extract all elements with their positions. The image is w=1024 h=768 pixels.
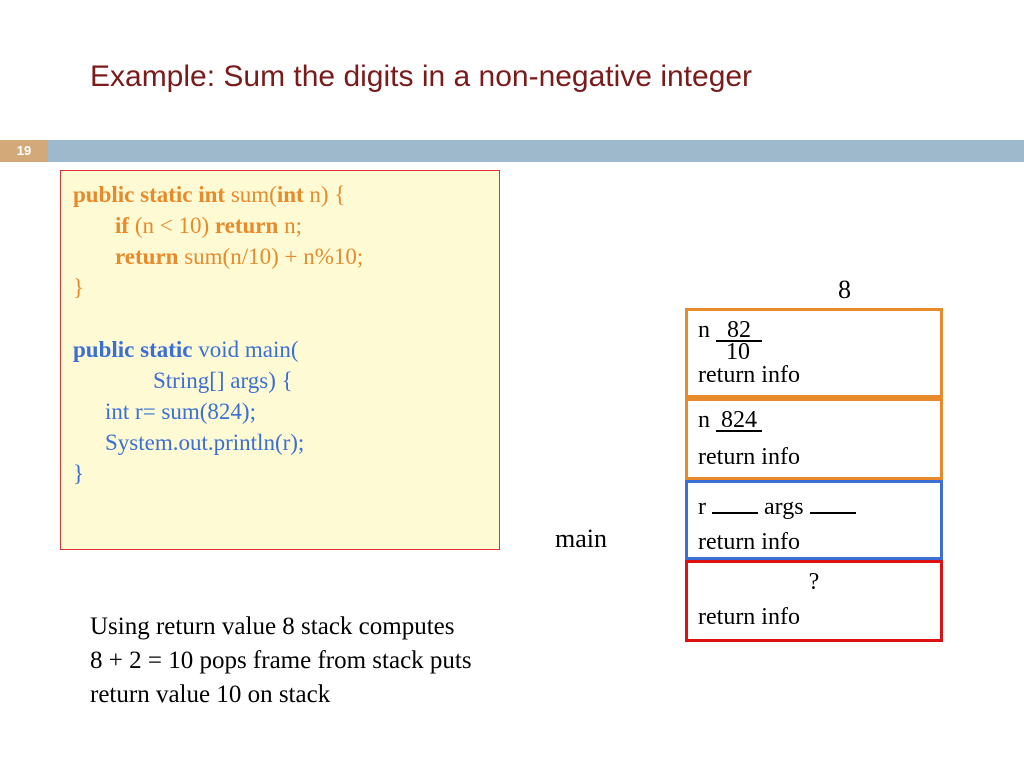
code-text: } bbox=[73, 275, 84, 300]
var-n: n bbox=[698, 317, 716, 343]
header-stripe bbox=[48, 140, 1024, 162]
code-kw: return bbox=[115, 244, 184, 269]
n-value: 824 bbox=[716, 405, 762, 432]
code-text: sum(n/10) + n%10; bbox=[184, 244, 363, 269]
var-r: r bbox=[698, 494, 712, 520]
code-kw: public static bbox=[73, 337, 198, 362]
page-number: 19 bbox=[0, 140, 48, 162]
caption: Using return value 8 stack computes 8 + … bbox=[90, 610, 570, 711]
caption-line: return value 10 on stack bbox=[90, 678, 570, 712]
args-value bbox=[810, 487, 856, 514]
code-text: int r= sum(824); bbox=[105, 399, 256, 424]
slide-title: Example: Sum the digits in a non-negativ… bbox=[90, 60, 752, 94]
stack-frame-1: n 82 10 return info bbox=[685, 308, 943, 398]
code-text: System.out.println(r); bbox=[105, 430, 304, 455]
r-value bbox=[712, 487, 758, 514]
return-info: return info bbox=[698, 527, 930, 558]
return-info: return info bbox=[698, 602, 930, 633]
stack-frame-2: n 824 return info bbox=[685, 398, 943, 480]
var-n: n bbox=[698, 407, 716, 433]
code-text: n) { bbox=[309, 182, 345, 207]
code-kw: if bbox=[115, 213, 135, 238]
unknown-marker: ? bbox=[698, 567, 930, 598]
code-kw: int bbox=[277, 182, 310, 207]
code-kw: public static int bbox=[73, 182, 231, 207]
code-text: (n < 10) bbox=[135, 213, 215, 238]
code-text: } bbox=[73, 461, 84, 486]
var-args: args bbox=[758, 494, 810, 520]
n-value-overlap: 10 bbox=[726, 337, 750, 368]
code-text: String[] args) { bbox=[153, 368, 293, 393]
return-info: return info bbox=[698, 442, 930, 473]
return-value-label: 8 bbox=[838, 275, 851, 305]
code-kw: return bbox=[215, 213, 284, 238]
header-bar: 19 bbox=[0, 140, 1024, 162]
main-label: main bbox=[555, 524, 607, 554]
caption-line: 8 + 2 = 10 pops frame from stack puts bbox=[90, 644, 570, 678]
stack-frame-main: r args return info bbox=[685, 480, 943, 560]
caption-line: Using return value 8 stack computes bbox=[90, 610, 570, 644]
stack-frame-bottom: ? return info bbox=[685, 560, 943, 642]
code-block: public static int sum(int n) { if (n < 1… bbox=[60, 170, 500, 550]
code-text: n; bbox=[284, 213, 302, 238]
code-text: sum( bbox=[231, 182, 277, 207]
code-text: void main( bbox=[198, 337, 298, 362]
